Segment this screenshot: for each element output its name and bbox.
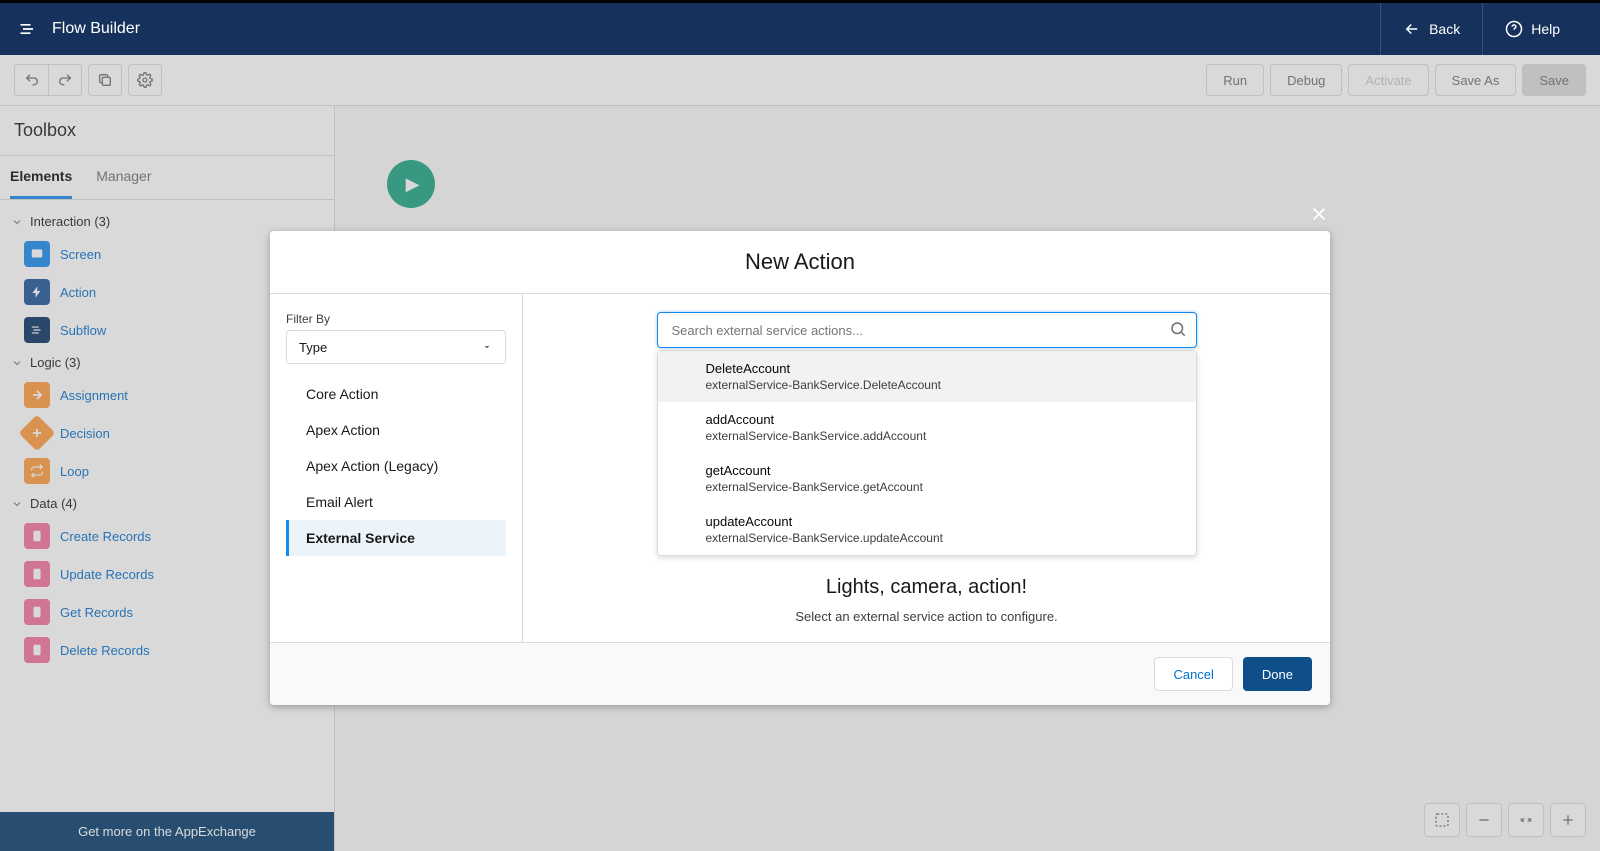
question-icon — [1505, 20, 1523, 38]
new-action-modal: New Action Filter By Type Core Action Ap… — [270, 231, 1330, 705]
modal-footer: Cancel Done — [270, 642, 1330, 705]
app-header: Flow Builder Back Help — [0, 0, 1600, 55]
done-button[interactable]: Done — [1243, 657, 1312, 691]
app-title: Flow Builder — [52, 20, 140, 38]
empty-state-title: Lights, camera, action! — [553, 576, 1300, 599]
result-sub: externalService-BankService.updateAccoun… — [706, 531, 1148, 545]
filter-type-dropdown[interactable]: Type — [286, 330, 506, 364]
cat-core-action[interactable]: Core Action — [286, 376, 506, 412]
modal-overlay: New Action Filter By Type Core Action Ap… — [0, 55, 1600, 851]
action-results-dropdown: DeleteAccount externalService-BankServic… — [657, 350, 1197, 556]
result-item[interactable]: DeleteAccount externalService-BankServic… — [658, 351, 1196, 402]
filter-value: Type — [299, 340, 327, 355]
help-label: Help — [1531, 21, 1560, 37]
close-icon — [1308, 203, 1330, 225]
result-title: getAccount — [706, 463, 1148, 478]
result-item[interactable]: addAccount externalService-BankService.a… — [658, 402, 1196, 453]
caret-down-icon — [481, 341, 493, 353]
flow-icon — [18, 19, 38, 39]
cancel-button[interactable]: Cancel — [1154, 657, 1232, 691]
filter-column: Filter By Type Core Action Apex Action A… — [270, 294, 523, 642]
result-item[interactable]: updateAccount externalService-BankServic… — [658, 504, 1196, 555]
search-icon — [1169, 320, 1187, 338]
back-label: Back — [1429, 21, 1460, 37]
back-button[interactable]: Back — [1380, 3, 1482, 55]
action-search-input[interactable] — [657, 312, 1197, 348]
arrow-left-icon — [1403, 20, 1421, 38]
cat-email-alert[interactable]: Email Alert — [286, 484, 506, 520]
cat-apex-action[interactable]: Apex Action — [286, 412, 506, 448]
modal-title: New Action — [270, 231, 1330, 294]
empty-state: Lights, camera, action! Select an extern… — [553, 576, 1300, 624]
cat-apex-action-legacy[interactable]: Apex Action (Legacy) — [286, 448, 506, 484]
result-sub: externalService-BankService.DeleteAccoun… — [706, 378, 1148, 392]
result-title: addAccount — [706, 412, 1148, 427]
category-list: Core Action Apex Action Apex Action (Leg… — [286, 376, 506, 556]
action-picker-column: DeleteAccount externalService-BankServic… — [523, 294, 1330, 642]
result-sub: externalService-BankService.addAccount — [706, 429, 1148, 443]
result-title: DeleteAccount — [706, 361, 1148, 376]
cat-external-service[interactable]: External Service — [286, 520, 506, 556]
filter-by-label: Filter By — [286, 312, 506, 326]
help-button[interactable]: Help — [1482, 3, 1582, 55]
result-sub: externalService-BankService.getAccount — [706, 480, 1148, 494]
result-item[interactable]: getAccount externalService-BankService.g… — [658, 453, 1196, 504]
close-button[interactable] — [1308, 203, 1330, 225]
result-title: updateAccount — [706, 514, 1148, 529]
empty-state-subtitle: Select an external service action to con… — [553, 609, 1300, 624]
